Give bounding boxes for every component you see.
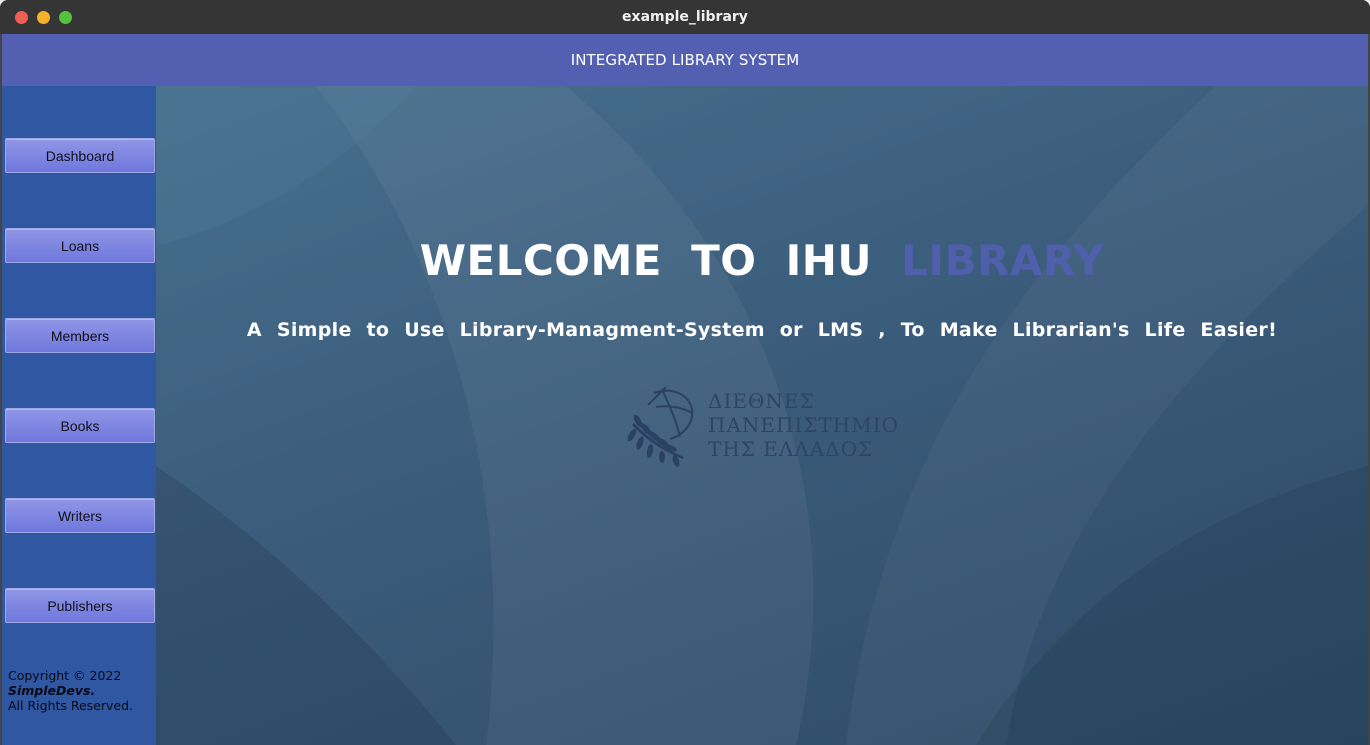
sidebar: Dashboard Loans Members Books Writers Pu… <box>2 86 156 745</box>
university-name-line2: ΠΑΝΕΠΙΣΤΗΜΙΟ <box>708 413 900 437</box>
dashboard-button-label: Dashboard <box>45 147 115 164</box>
window-title: example_library <box>622 9 748 25</box>
header-title: INTEGRATED LIBRARY SYSTEM <box>570 51 800 69</box>
university-name: ΔΙΕΘΝΕΣ ΠΑΝΕΠΙΣΤΗΜΙΟ ΤΗΣ ΕΛΛΑΔΟΣ <box>708 389 899 461</box>
writers-button[interactable]: Writers <box>5 498 155 533</box>
loans-button[interactable]: Loans <box>5 228 155 263</box>
copyright-line: Copyright © 2022 <box>8 668 122 683</box>
members-button-label: Members <box>50 327 110 344</box>
window-border-left <box>0 34 2 745</box>
app-window: example_library INTEGRATED LIBRARY SYSTE… <box>0 0 1370 745</box>
members-button[interactable]: Members <box>5 318 155 353</box>
dashboard-button[interactable]: Dashboard <box>5 138 155 173</box>
olive-branch-globe-icon <box>627 386 694 467</box>
loans-button-label: Loans <box>60 237 100 254</box>
books-button-label: Books <box>60 417 100 434</box>
main-content: WELCOME TO IHU LIBRARY A Simple to Use L… <box>156 86 1368 745</box>
publishers-button[interactable]: Publishers <box>5 588 155 623</box>
books-button[interactable]: Books <box>5 408 155 443</box>
welcome-prefix: WELCOME TO IHU <box>419 236 872 285</box>
welcome-heading: WELCOME TO IHU LIBRARY <box>156 236 1368 285</box>
welcome-subtitle: A Simple to Use Library-Managment-System… <box>246 319 1278 341</box>
copyright-rights: All Rights Reserved. <box>8 698 134 713</box>
welcome-accent: LIBRARY <box>901 236 1105 285</box>
window-titlebar[interactable]: example_library <box>0 0 1370 35</box>
university-logo: ΔΙΕΘΝΕΣ ΠΑΝΕΠΙΣΤΗΜΙΟ ΤΗΣ ΕΛΛΑΔΟΣ <box>626 383 926 467</box>
publishers-button-label: Publishers <box>47 597 113 614</box>
app-header: INTEGRATED LIBRARY SYSTEM <box>2 34 1368 86</box>
writers-button-label: Writers <box>57 507 103 524</box>
copyright-brand: SimpleDevs. <box>8 683 96 698</box>
university-name-line1: ΔΙΕΘΝΕΣ <box>708 389 815 413</box>
copyright-notice: Copyright © 2022 SimpleDevs. All Rights … <box>8 668 154 713</box>
university-name-line3: ΤΗΣ ΕΛΛΑΔΟΣ <box>708 437 874 461</box>
